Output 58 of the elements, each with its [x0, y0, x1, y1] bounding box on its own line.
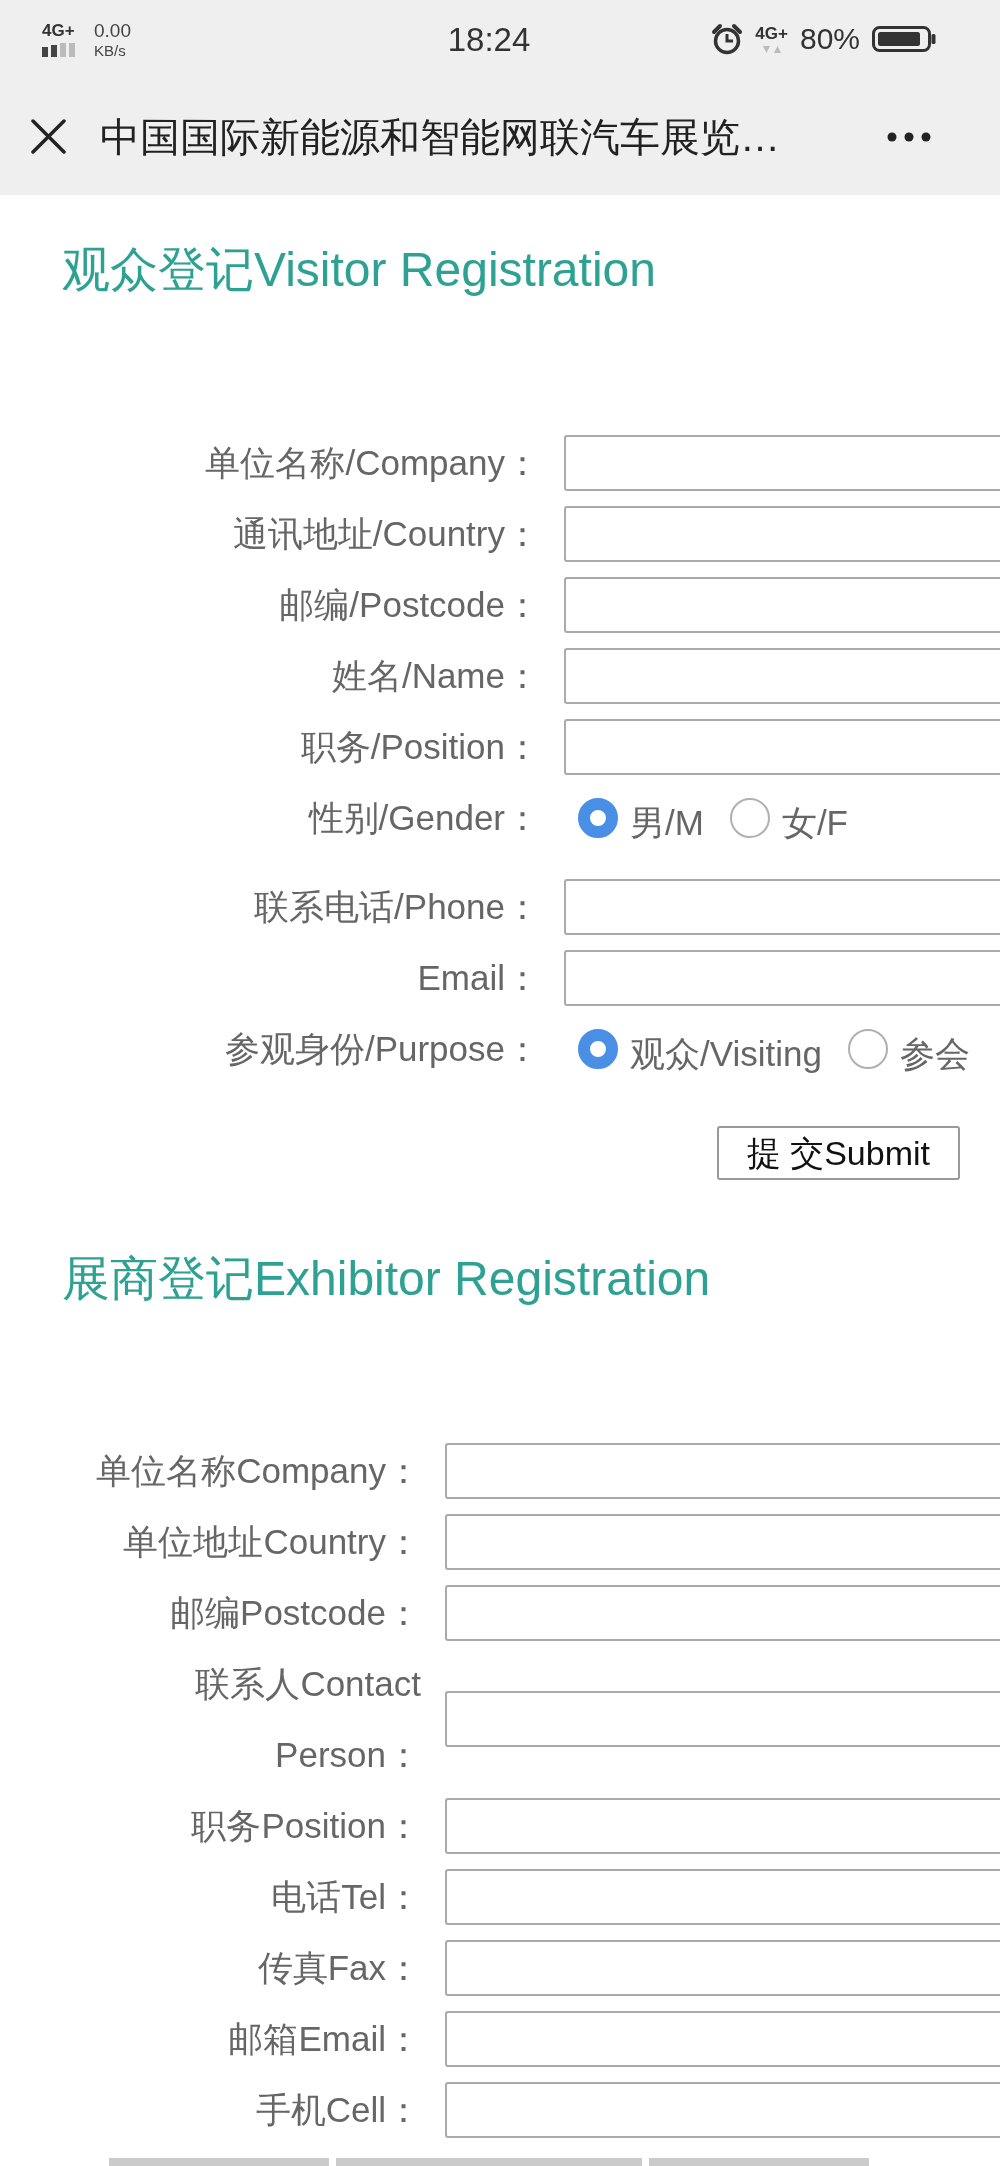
- field-label: 邮编Postcode：: [169, 1592, 422, 1634]
- radio-label[interactable]: 参会: [899, 1032, 970, 1075]
- more-icon[interactable]: [887, 131, 931, 142]
- field-label: 单位地址Country：: [122, 1521, 422, 1563]
- field-label: 单位名称Company：: [95, 1450, 422, 1492]
- speed-unit: KB/s: [94, 42, 127, 58]
- input-field[interactable]: [445, 1939, 1000, 1996]
- field-label: 邮编/Postcode：: [278, 584, 541, 626]
- page-title: 中国国际新能源和智能网联汽车展览…: [100, 113, 780, 161]
- radio-button[interactable]: [578, 1028, 618, 1069]
- field-label: 通讯地址/Country：: [231, 513, 541, 555]
- data-arrows-icon: [761, 44, 782, 54]
- input-field[interactable]: [564, 878, 1000, 935]
- input-field[interactable]: [445, 2010, 1000, 2067]
- radio-button[interactable]: [729, 797, 770, 838]
- field-label: 姓名/Name：: [330, 655, 541, 697]
- section-heading: 观众登记Visitor Registration: [61, 242, 657, 298]
- speed-value: 0.00: [94, 20, 131, 40]
- radio-label[interactable]: 女/F: [781, 801, 848, 844]
- input-field[interactable]: [445, 2081, 1000, 2138]
- submit-button[interactable]: 提 交Submit: [716, 1126, 960, 1180]
- field-label: 职务/Position：: [299, 726, 541, 768]
- battery-icon: [872, 26, 936, 52]
- input-field[interactable]: [445, 1797, 1000, 1854]
- field-label: 参观身份/Purpose：: [223, 1028, 541, 1070]
- input-field[interactable]: [445, 1868, 1000, 1925]
- field-label: 电话Tel：: [270, 1876, 422, 1918]
- radio-label[interactable]: 观众/Visiting: [630, 1032, 822, 1075]
- input-field[interactable]: [564, 647, 1000, 704]
- radio-button[interactable]: [847, 1028, 888, 1069]
- field-label: 联系人Contact Person：: [194, 1663, 422, 1776]
- input-field[interactable]: [445, 1442, 1000, 1499]
- radio-label[interactable]: 男/M: [630, 801, 704, 844]
- field-label: 邮箱Email：: [227, 2018, 422, 2060]
- input-field[interactable]: [564, 718, 1000, 775]
- field-label: 单位名称/Company：: [204, 442, 541, 484]
- field-label: Email：: [416, 957, 541, 999]
- input-field[interactable]: [564, 576, 1000, 633]
- input-field[interactable]: [564, 949, 1000, 1006]
- network-type-label: 4G+: [755, 24, 788, 42]
- field-label: 联系电话/Phone：: [253, 886, 541, 928]
- battery-percent: 80%: [799, 24, 860, 54]
- input-field[interactable]: [445, 1584, 1000, 1641]
- input-field[interactable]: [445, 1513, 1000, 1570]
- alarm-clock-icon: [711, 23, 744, 55]
- close-icon[interactable]: [31, 119, 66, 154]
- field-label: 职务Position：: [190, 1805, 422, 1847]
- input-field[interactable]: [564, 505, 1000, 562]
- field-label: 性别/Gender：: [307, 797, 541, 839]
- clock-time: 18:24: [447, 22, 531, 56]
- network-type-label: 4G+: [42, 21, 75, 39]
- section-heading: 展商登记Exhibitor Registration: [61, 1251, 712, 1307]
- field-label: 传真Fax：: [256, 1947, 422, 1989]
- signal-icon: [42, 42, 78, 57]
- input-field[interactable]: [564, 434, 1000, 491]
- field-label: 手机Cell：: [254, 2089, 422, 2131]
- radio-button[interactable]: [578, 797, 618, 838]
- input-field[interactable]: [445, 1691, 1000, 1747]
